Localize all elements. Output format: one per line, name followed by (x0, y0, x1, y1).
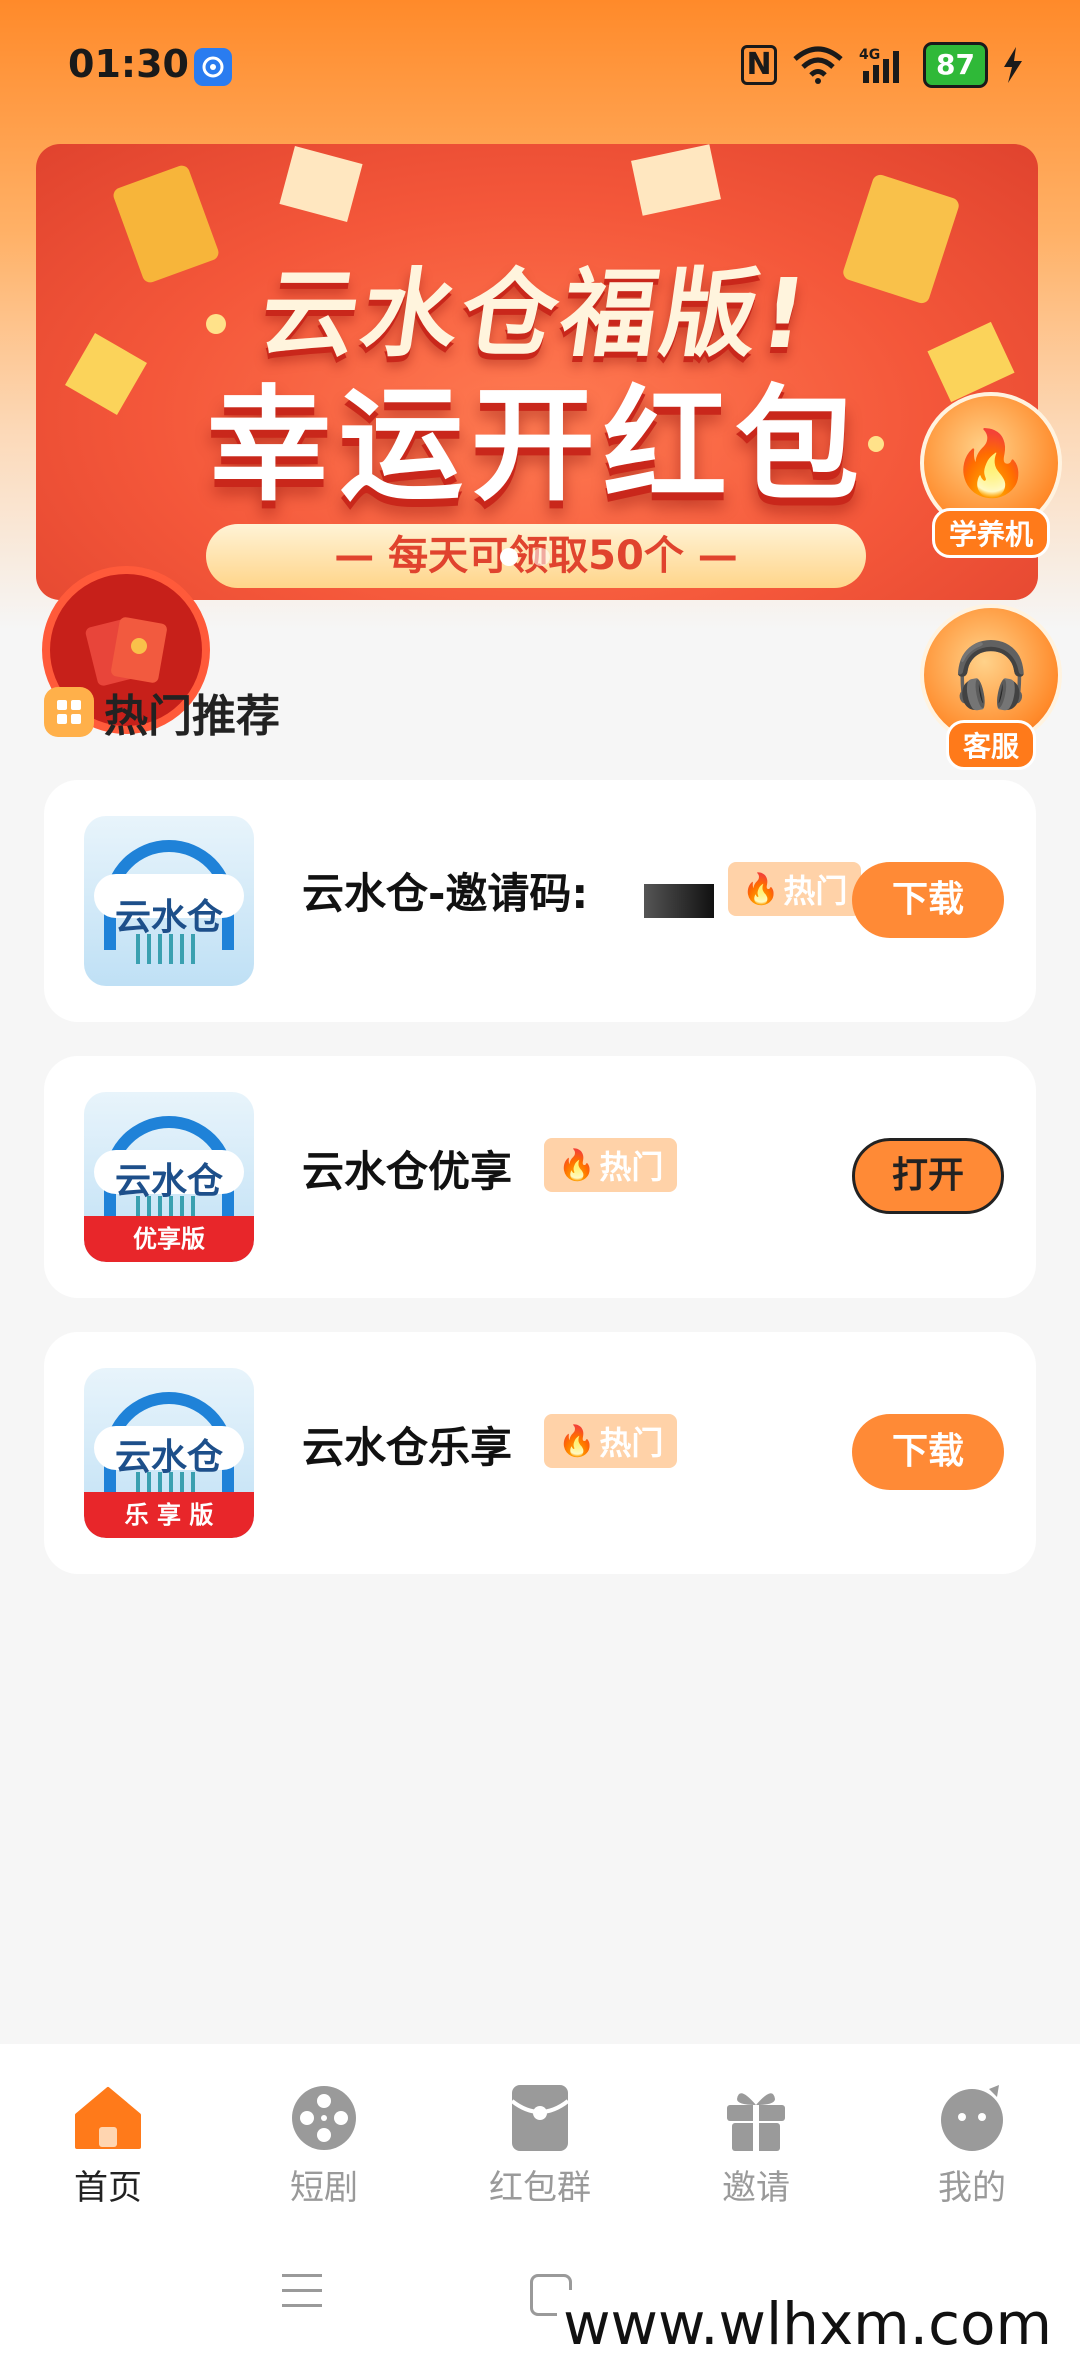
home-icon (72, 2082, 144, 2154)
bottom-tab-bar: 首页 短剧 红包群 邀请 我的 (0, 2044, 1080, 2234)
notification-app-icon (194, 48, 232, 86)
learn-float-button[interactable]: 🔥 学养机 (920, 392, 1062, 558)
tab-label: 邀请 (722, 2168, 790, 2208)
pagination-dot[interactable] (532, 548, 550, 566)
battery-indicator: 87 (923, 42, 988, 88)
tab-home[interactable]: 首页 (18, 2044, 198, 2209)
tab-label: 短剧 (290, 2168, 358, 2208)
status-bar: 01:30 N 4G 87 (0, 0, 1080, 135)
flame-icon: 🔥 (742, 871, 780, 907)
tab-label: 红包群 (489, 2168, 591, 2208)
app-icon: 云水仓 乐 享 版 (84, 1368, 254, 1538)
tab-label: 我的 (938, 2168, 1006, 2208)
section-title: 热门推荐 (104, 691, 280, 742)
watermark: www.wlhxm.com (557, 2290, 1058, 2358)
customer-service-float-button[interactable]: 🎧 客服 (920, 604, 1062, 770)
pagination-dot-active[interactable] (500, 548, 518, 566)
hot-badge: 🔥 热门 (544, 1138, 678, 1192)
redacted-code (644, 884, 714, 918)
tab-red-envelope-group[interactable]: 红包群 (450, 2044, 630, 2209)
svg-text:4G: 4G (859, 47, 880, 63)
app-card[interactable]: 云水仓 优享版 云水仓优享 🔥 热门 打开 (44, 1056, 1036, 1298)
charging-bolt-icon (1004, 47, 1022, 83)
wifi-icon (793, 46, 843, 84)
tab-profile[interactable]: 我的 (882, 2044, 1062, 2209)
status-time: 01:30 (68, 42, 189, 86)
open-button[interactable]: 打开 (852, 1138, 1004, 1214)
tab-label: 首页 (74, 2168, 142, 2208)
app-name: 云水仓优享 (302, 1147, 513, 1196)
hot-badge: 🔥 热门 (728, 862, 862, 916)
download-button[interactable]: 下载 (852, 1414, 1004, 1490)
service-label: 客服 (945, 720, 1036, 770)
hot-recommend-header: 热门推荐 (44, 680, 280, 744)
status-icons: N 4G 87 (741, 42, 1024, 88)
red-envelope-icon (504, 2082, 576, 2154)
flame-icon: 🔥 (558, 1423, 596, 1459)
hot-badge: 🔥 热门 (544, 1414, 678, 1468)
banner-title-line2: 幸运开红包 (206, 374, 867, 518)
flame-icon: 🔥 (558, 1147, 596, 1183)
film-reel-icon (288, 2082, 360, 2154)
gift-icon (720, 2082, 792, 2154)
app-icon: 云水仓 优享版 (84, 1092, 254, 1262)
cellular-signal-icon: 4G (859, 47, 900, 83)
app-card[interactable]: 云水仓 乐 享 版 云水仓乐享 🔥 热门 下载 (44, 1332, 1036, 1574)
learn-label: 学养机 (931, 508, 1050, 558)
tab-drama[interactable]: 短剧 (234, 2044, 414, 2209)
app-icon: 云水仓 (84, 816, 254, 986)
tab-invite[interactable]: 邀请 (666, 2044, 846, 2209)
app-card[interactable]: 云水仓 云水仓-邀请码: 🔥 热门 下载 (44, 780, 1036, 1022)
recent-apps-icon[interactable] (282, 2274, 322, 2319)
app-name: 云水仓乐享 (302, 1423, 513, 1472)
grid-icon (44, 687, 94, 737)
profile-icon (936, 2082, 1008, 2154)
download-button[interactable]: 下载 (852, 862, 1004, 938)
nfc-icon: N (741, 45, 778, 85)
promo-banner[interactable]: 云水仓福版! 幸运开红包 — 每天可领取50个 — (36, 144, 1038, 600)
banner-pagination (500, 548, 550, 566)
red-envelope-icon (85, 617, 167, 686)
app-name: 云水仓-邀请码: (302, 869, 589, 918)
